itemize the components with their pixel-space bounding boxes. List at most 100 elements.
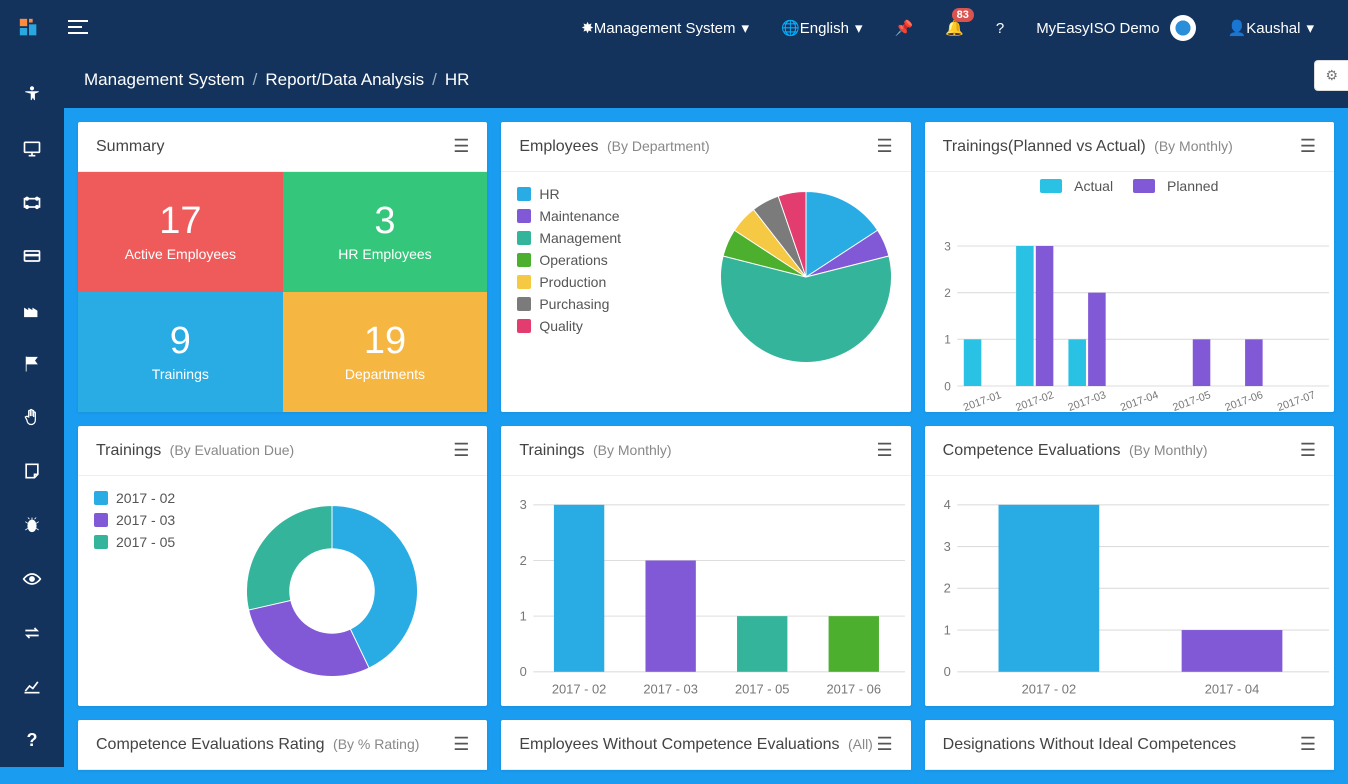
- panel-title: Summary: [96, 138, 164, 156]
- legend-item[interactable]: Operations: [517, 252, 621, 268]
- breadcrumb-link-2[interactable]: Report/Data Analysis: [265, 70, 424, 90]
- svg-text:1: 1: [944, 333, 951, 347]
- tile-active-employees[interactable]: 17 Active Employees: [78, 172, 283, 292]
- sidebar-industry-icon[interactable]: [0, 283, 64, 337]
- legend-item[interactable]: Management: [517, 230, 621, 246]
- sidebar-accessibility-icon[interactable]: [0, 68, 64, 122]
- panel-subtitle: (All): [848, 736, 873, 752]
- nav-notifications[interactable]: 🔔 83: [929, 0, 980, 56]
- legend-swatch-icon: [517, 209, 531, 223]
- svg-text:2017-04: 2017-04: [1118, 389, 1159, 414]
- svg-text:2: 2: [943, 581, 950, 596]
- svg-text:2: 2: [520, 553, 527, 568]
- sidebar-flag-icon[interactable]: [0, 337, 64, 391]
- breadcrumb-sep: /: [253, 70, 258, 90]
- legend-swatch-icon: [517, 231, 531, 245]
- panel-menu-icon[interactable]: ☰: [453, 136, 469, 157]
- notification-badge: 83: [952, 8, 974, 22]
- svg-text:3: 3: [943, 539, 950, 554]
- panel-menu-icon[interactable]: ☰: [1300, 734, 1316, 755]
- sidebar-transfer-icon[interactable]: [0, 606, 64, 660]
- legend-item[interactable]: 2017 - 03: [94, 512, 175, 528]
- menu-toggle-icon[interactable]: [68, 18, 88, 39]
- panel-title: Trainings(Planned vs Actual): [943, 138, 1146, 155]
- sidebar-bug-icon[interactable]: [0, 498, 64, 552]
- tile-departments[interactable]: 19 Departments: [283, 292, 488, 412]
- panel-title: Competence Evaluations: [943, 442, 1121, 459]
- app-logo-icon: [18, 17, 40, 39]
- panel-designations-without-ideal: Designations Without Ideal Competences ☰: [925, 720, 1334, 770]
- page-settings-button[interactable]: ⚙: [1314, 60, 1348, 91]
- svg-text:3: 3: [520, 497, 527, 512]
- panel-competence-evaluations-rating: Competence Evaluations Rating (By % Rati…: [78, 720, 487, 770]
- panel-title: Trainings: [96, 442, 161, 459]
- legend-swatch-icon: [517, 297, 531, 311]
- legend-item[interactable]: Purchasing: [517, 296, 621, 312]
- nav-user[interactable]: 👤 Kaushal ▾: [1212, 0, 1330, 56]
- sidebar-hand-icon[interactable]: [0, 391, 64, 445]
- svg-text:2017 - 05: 2017 - 05: [735, 681, 790, 696]
- question-icon: ?: [996, 20, 1004, 37]
- sidebar-card-icon[interactable]: [0, 229, 64, 283]
- panel-menu-icon[interactable]: ☰: [877, 136, 893, 157]
- nav-management-system[interactable]: ✸ Management System ▾: [565, 0, 765, 56]
- panel-subtitle: (By Department): [607, 138, 710, 154]
- svg-text:2017 - 06: 2017 - 06: [827, 681, 882, 696]
- chevron-down-icon: ▾: [742, 19, 750, 37]
- panel-trainings-planned-actual: Trainings(Planned vs Actual) (By Monthly…: [925, 122, 1334, 412]
- breadcrumb-current: HR: [445, 70, 470, 90]
- svg-text:2017 - 03: 2017 - 03: [644, 681, 699, 696]
- svg-text:0: 0: [943, 664, 950, 679]
- legend-item[interactable]: HR: [517, 186, 621, 202]
- sidebar-chart-icon[interactable]: [0, 659, 64, 713]
- svg-text:2017 - 02: 2017 - 02: [552, 681, 607, 696]
- sidebar-note-icon[interactable]: [0, 444, 64, 498]
- sidebar-objects-icon[interactable]: [0, 176, 64, 230]
- svg-text:1: 1: [520, 608, 527, 623]
- panel-menu-icon[interactable]: ☰: [877, 734, 893, 755]
- svg-text:0: 0: [520, 664, 527, 679]
- legend-item[interactable]: 2017 - 05: [94, 534, 175, 550]
- tile-hr-employees[interactable]: 3 HR Employees: [283, 172, 488, 292]
- panel-menu-icon[interactable]: ☰: [1300, 136, 1316, 157]
- panel-menu-icon[interactable]: ☰: [453, 734, 469, 755]
- panel-title: Trainings: [519, 442, 584, 459]
- chevron-down-icon: ▾: [1306, 19, 1314, 37]
- nav-brand[interactable]: MyEasyISO Demo: [1020, 0, 1211, 56]
- legend-item[interactable]: Maintenance: [517, 208, 621, 224]
- nav-pin[interactable]: 📌: [878, 0, 929, 56]
- nav-language[interactable]: 🌐 English ▾: [765, 0, 878, 56]
- legend-item[interactable]: 2017 - 02: [94, 490, 175, 506]
- legend-swatch-icon: [94, 535, 108, 549]
- panel-menu-icon[interactable]: ☰: [453, 440, 469, 461]
- tile-trainings[interactable]: 9 Trainings: [78, 292, 283, 412]
- tile-label: Trainings: [152, 366, 209, 382]
- panel-title: Competence Evaluations Rating: [96, 736, 325, 753]
- svg-text:2017-03: 2017-03: [1066, 389, 1107, 414]
- svg-text:2017-01: 2017-01: [961, 389, 1002, 414]
- panel-subtitle: (By % Rating): [333, 736, 419, 752]
- nav-brand-label: MyEasyISO Demo: [1036, 20, 1159, 37]
- legend-item[interactable]: Quality: [517, 318, 621, 334]
- panel-title: Employees: [519, 138, 598, 155]
- svg-text:2017-06: 2017-06: [1223, 389, 1264, 414]
- sidebar-eye-icon[interactable]: [0, 552, 64, 606]
- panel-menu-icon[interactable]: ☰: [1300, 440, 1316, 461]
- sidebar-help-icon[interactable]: ?: [0, 713, 64, 767]
- tile-label: Departments: [345, 366, 425, 382]
- legend-swatch-icon: [94, 491, 108, 505]
- svg-text:2017-02: 2017-02: [1014, 389, 1055, 414]
- svg-text:2017 - 02: 2017 - 02: [1021, 681, 1076, 696]
- sidebar-monitor-icon[interactable]: [0, 122, 64, 176]
- svg-text:1: 1: [943, 622, 950, 637]
- nav-user-label: Kaushal: [1246, 20, 1300, 37]
- brand-logo-icon: [1170, 15, 1196, 41]
- svg-text:4: 4: [943, 497, 950, 512]
- nav-help[interactable]: ?: [980, 0, 1020, 56]
- panel-menu-icon[interactable]: ☰: [877, 440, 893, 461]
- svg-text:0: 0: [944, 379, 951, 393]
- breadcrumb-link-1[interactable]: Management System: [84, 70, 245, 90]
- legend-item[interactable]: Production: [517, 274, 621, 290]
- legend-swatch-icon: [517, 319, 531, 333]
- gear-icon: ⚙: [1325, 67, 1338, 83]
